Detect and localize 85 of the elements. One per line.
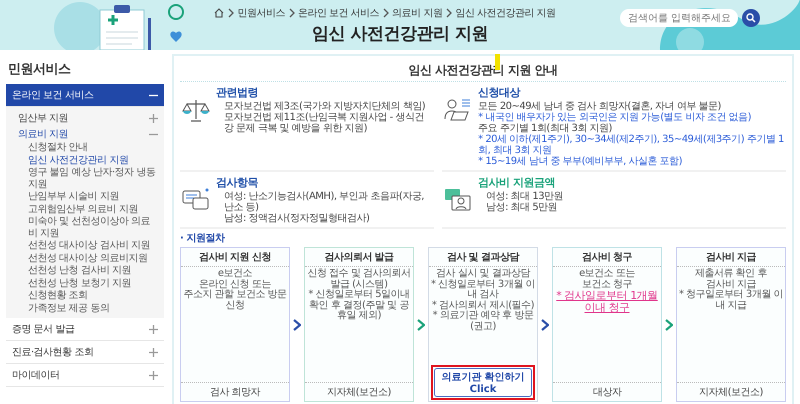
info-text: 모자보건법 제11조(난임극복 지원사업 - 생식건강 문제 극복 및 예방을 위한 지원) [223,112,425,134]
info-text: 여성: 난소기능검사(AMH), 부인과 초음파(자궁, 난소 등) [223,191,425,213]
procedure-title: · 지원절차 [180,232,226,246]
sidebar-item[interactable]: 미숙아 및 선천성이상아 의료비 지원 [6,216,164,240]
info-text: 여성: 최대 13만원 [485,191,564,202]
breadcrumb-link[interactable]: 의료비 지원 [392,6,442,20]
sidebar-item[interactable]: 선천성 대사이상 의료비지원 [6,252,164,265]
info-text: 모자보건법 제3조(국가와 지방자치단체의 책임) [223,101,426,112]
step-title: 검사비 청구 [553,248,661,267]
chevron-icon [288,8,295,18]
sidebar-item[interactable]: 진료·검사현황 조회 [6,341,164,364]
step-title: 검사의뢰서 발급 [305,248,413,267]
chevron-icon [541,318,549,330]
step-title: 검사 및 결과상담 [429,248,537,267]
step-footer: 지자체(보건소) [677,382,785,401]
plus-icon [149,348,158,356]
info-text: 남성: 최대 5만원 [485,202,558,213]
scales-icon [182,97,210,123]
chevron-icon [382,8,390,18]
step-text: 제출서류 확인 후 [694,269,768,280]
breadcrumb-link[interactable]: 온라인 보건 서비스 [298,6,380,20]
section-heading: 검사비 지원금액 [478,175,556,190]
sidebar-item[interactable]: 선천성 난청 보청기 지원 [6,278,164,290]
step-text: * 신청일로부터 5일이내 확인 후 결정(주말 및 공휴일 제외) [307,290,411,322]
section-title: 임신 사전건강관리 지원 안내 [408,62,558,79]
info-text: 남성: 정액검사(정자정밀형태검사) [223,213,370,224]
sidebar-item[interactable]: 난임부부 시술비 지원 [6,191,164,204]
step-title: 검사비 지원 신청 [181,248,289,267]
step-text: 신청 접수 및 검사의뢰서 발급 (시스템) [306,269,412,290]
person-laptop-icon [444,97,472,123]
sidebar-title: 민원서비스 [7,61,72,79]
emphasis-text: * 검사일로부터 1개월 이내 청구 [555,290,659,314]
step-title: 검사비 지급 [677,248,785,267]
sidebar-item[interactable]: 의료비 지원 [6,126,164,142]
chevron-icon [417,318,425,330]
section-heading: 신청대상 [478,85,522,100]
step-text: 검사 실시 및 결과상담 [435,269,532,280]
info-text: 주요 주기별 1회(최대 3회 지원) [478,123,613,134]
sidebar-item[interactable]: 신청현황 조회 [6,290,164,302]
step-text: * 검사의뢰서 제시(필수) [430,300,536,310]
note-text: * 20세 이하(제1주기), 30~34세(제2주기), 35~49세(제3주기) 주기별 1회, 최대 3회 지원 [478,134,784,156]
chevron-icon [293,318,301,330]
info-text: 모든 20~49세 남녀 중 검사 희망자(결혼, 자녀 여부 불문) [478,101,722,112]
monitor-person-icon [444,187,472,213]
step-text: * 의료기관 예약 후 방문(권고) [432,311,534,332]
note-text: * 15~19세 남녀 중 부부(예비부부, 사실혼 포함) [478,156,684,167]
search-field[interactable]: 검색어를 입력해주세요 [620,9,738,27]
search-icon [746,13,756,23]
step-footer: 검사 희망자 [181,382,289,401]
step-footer: 지자체(보건소) [305,382,413,401]
sidebar-item[interactable]: 가족정보 제공 동의 [6,302,164,315]
plus-icon [149,324,158,334]
step-text: * 신청일로부터 3개월 이내 검사 [430,280,536,300]
sidebar-item[interactable]: 증명 문서 발급 [6,318,164,341]
plus-icon [149,114,158,122]
step-text: e보건소 [216,269,254,280]
step-text: 검사비 지급 [704,280,758,290]
section-heading: 검사항목 [216,175,259,190]
step-footer: 대상자 [553,382,661,401]
sidebar-item[interactable]: 고위험임산부 의료비 지원 [6,204,164,216]
hospital-check-button[interactable]: 의료기관 확인하기 Click [434,368,532,397]
sidebar-item[interactable]: 신청절차 안내 [6,142,164,154]
step-text: e보건소 또는 [578,269,636,280]
note-text: * 내국인 배우자가 있는 외국인은 지원 가능(별도 비자 조건 없음) [478,112,752,123]
sidebar-item[interactable]: 마이데이터 [6,364,164,387]
page-title: 임신 사전건강관리 지원 [312,22,488,44]
sidebar-item[interactable]: 온라인 보건 서비스 [6,84,164,107]
chevron-icon [665,318,673,330]
plus-icon [149,370,158,380]
sidebar-item[interactable]: 임신 사전건강관리 지원 [6,154,164,167]
breadcrumb-link[interactable]: 임신 사전건강관리 지원 [455,6,556,20]
sidebar-item[interactable]: 선천성 난청 검사비 지원 [6,265,164,278]
sidebar-item[interactable]: 영구 불임 예상 난자·정자 냉동 지원 [6,167,164,191]
search-button[interactable] [742,9,760,27]
section-heading: 관련법령 [216,85,259,100]
sidebar-item[interactable]: 선천성 대사이상 검사비 지원 [6,240,164,252]
chevron-icon [445,8,452,18]
breadcrumb-link[interactable]: 민원서비스 [237,6,285,20]
step-text: * 청구일로부터 3개월 이내 지급 [678,290,784,311]
step-text: 온라인 신청 또는 [198,280,272,290]
step-text: 주소지 관할 보건소 방문 신청 [182,290,288,311]
chevron-icon [227,8,234,18]
home-icon [214,8,224,18]
sidebar-item[interactable]: 임산부 지원 [6,110,164,126]
step-text: 보건소 청구 [580,280,634,290]
